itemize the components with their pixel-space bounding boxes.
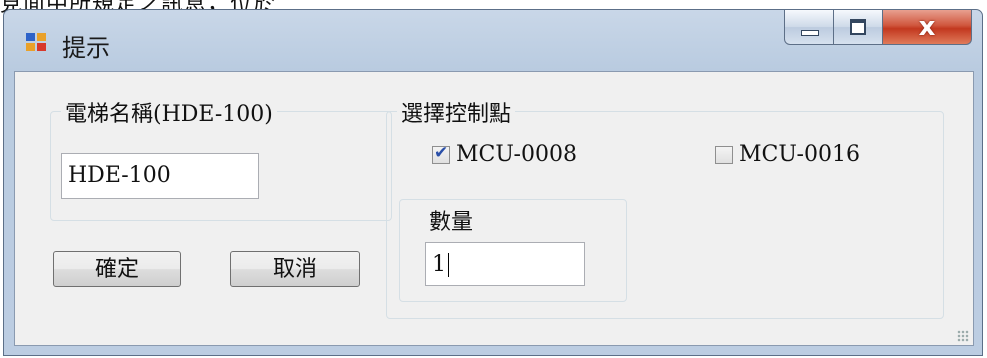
quantity-legend: 數量 — [429, 210, 474, 235]
window-title: 提示 — [62, 34, 110, 62]
text-caret — [448, 253, 449, 277]
quantity-value: 1 — [432, 252, 446, 277]
ok-button[interactable]: 確定 — [53, 251, 181, 287]
cancel-button[interactable]: 取消 — [230, 251, 360, 287]
close-icon: x — [918, 12, 936, 42]
mcu-0016-label: MCU-0016 — [739, 142, 860, 167]
caption-buttons: x — [784, 10, 972, 48]
dialog-window: 提示 x 電梯名稱(HDE-100) HDE-100 確定 取消 選擇控制點 M… — [3, 9, 983, 356]
mcu-0016-checkbox[interactable] — [715, 145, 733, 164]
maximize-icon — [850, 19, 866, 35]
mcu-0008-label: MCU-0008 — [456, 142, 577, 167]
mcu-0008-option[interactable]: MCU-0008 — [432, 142, 577, 167]
mcu-0016-option[interactable]: MCU-0016 — [715, 142, 860, 167]
control-point-legend: 選擇控制點 — [397, 96, 516, 128]
resize-grip[interactable] — [957, 330, 969, 342]
maximize-button[interactable] — [834, 10, 883, 45]
quantity-input[interactable]: 1 — [425, 242, 585, 286]
dialog-client-area: 電梯名稱(HDE-100) HDE-100 確定 取消 選擇控制點 MCU-00… — [14, 71, 974, 346]
elevator-name-legend: 電梯名稱(HDE-100) — [61, 96, 277, 128]
elevator-name-input[interactable]: HDE-100 — [61, 153, 259, 199]
minimize-icon — [801, 30, 819, 36]
close-button[interactable]: x — [883, 10, 972, 45]
title-bar[interactable]: 提示 x — [4, 10, 982, 70]
mcu-0008-checkbox[interactable] — [432, 143, 450, 164]
minimize-button[interactable] — [784, 10, 834, 45]
app-icon — [26, 33, 46, 51]
